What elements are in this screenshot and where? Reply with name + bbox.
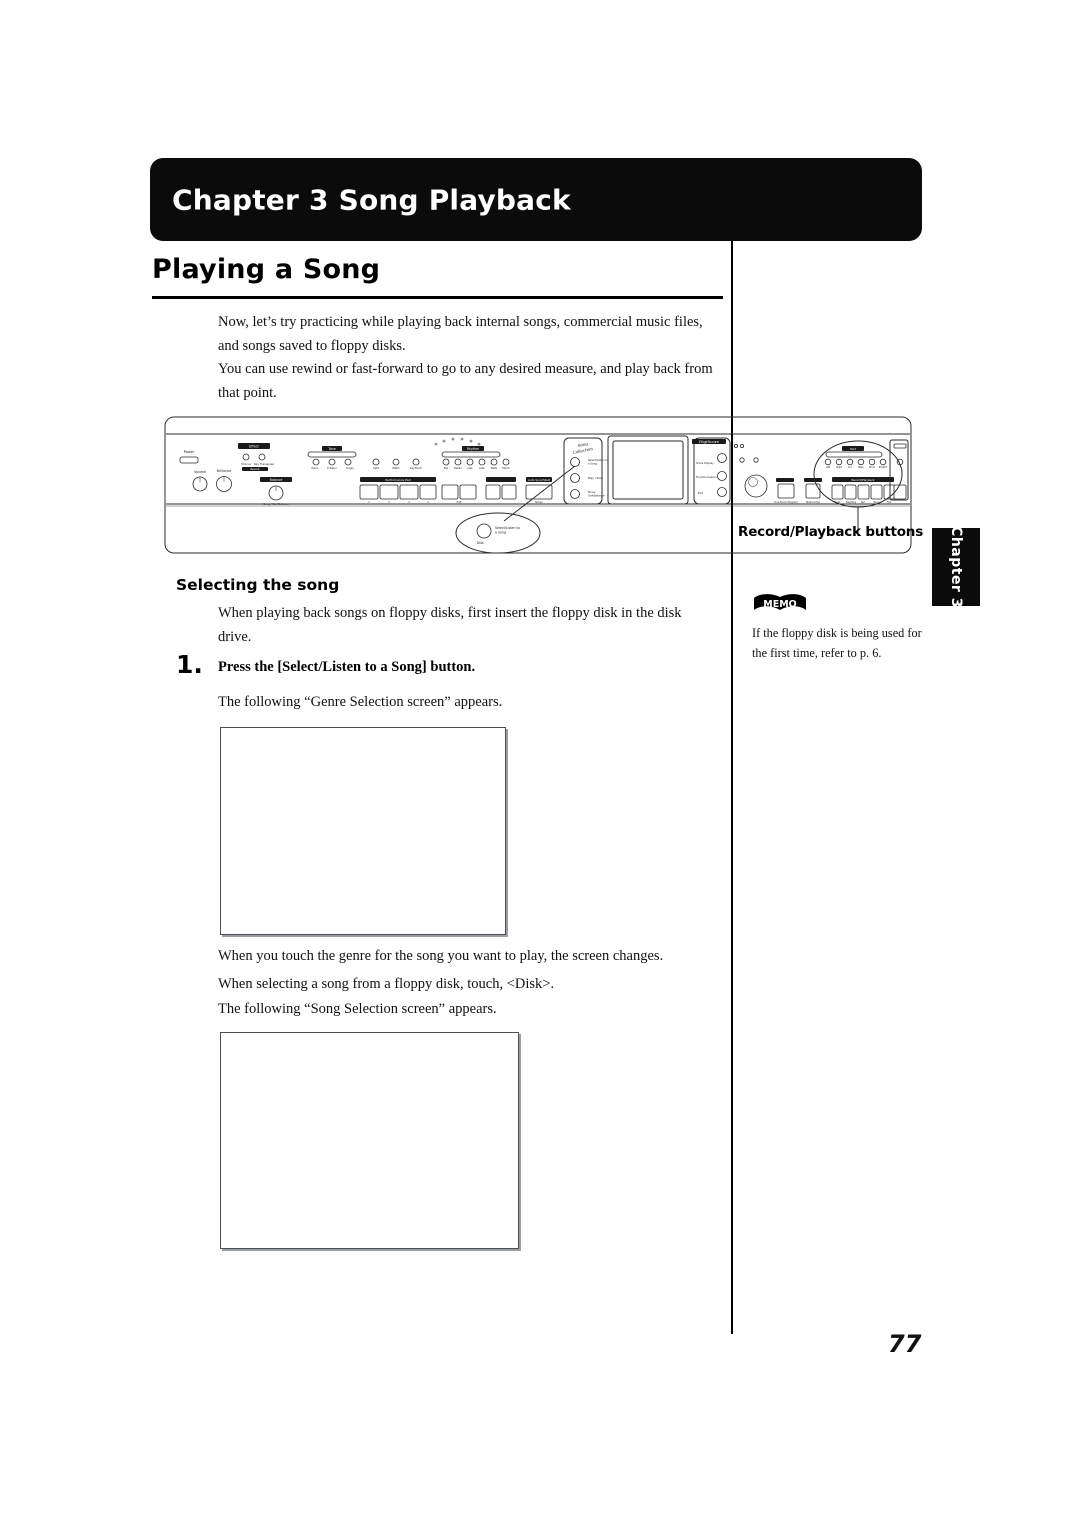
after-genre-text-2: When selecting a song from a floppy disk… [218, 976, 555, 992]
memo-icon: MEMO [752, 592, 808, 616]
svg-text:One/Balance: One/Balance [588, 494, 605, 498]
svg-text:Edit: Edit [457, 501, 462, 504]
step-follow-text: The following “Genre Selection screen” a… [218, 694, 503, 710]
svg-text:Volume: Volume [194, 470, 206, 474]
memo-sidebar: MEMO If the floppy disk is being used fo… [752, 592, 932, 663]
memo-note-text: If the floppy disk is being used for the… [752, 626, 922, 660]
svg-text:Play / Stop: Play / Stop [588, 476, 603, 480]
svg-text:Acc: Acc [848, 466, 853, 469]
svg-text:Waltz: Waltz [491, 467, 498, 470]
svg-text:Power: Power [184, 450, 195, 454]
memo-icon-label: MEMO [763, 599, 796, 610]
svg-text:Organ: Organ [346, 466, 354, 470]
page-title-underline [152, 296, 723, 299]
svg-text:Performance Pad: Performance Pad [385, 478, 410, 482]
svg-text:Pop: Pop [444, 467, 449, 470]
svg-text:Metro: Metro [392, 466, 400, 470]
svg-text:Select/Listen to: Select/Listen to [495, 526, 520, 530]
intro-paragraph-1: Now, let’s try practicing while playing … [218, 314, 703, 354]
step-number: 1. [176, 650, 203, 679]
svg-text:Fwd: Fwd [887, 501, 892, 504]
svg-text:Left: Left [826, 466, 830, 469]
svg-text:a Song: a Song [495, 531, 506, 535]
svg-text:Jazz: Jazz [467, 467, 473, 470]
after-genre-text-1: When you touch the genre for the song yo… [218, 948, 664, 964]
column-divider-rule [731, 241, 733, 1334]
svg-text:Key Transpose: Key Transpose [254, 462, 274, 466]
svg-text:Score Display: Score Display [696, 461, 714, 465]
chapter-side-tab: Chapter 3 [932, 526, 980, 608]
svg-text:Record/Playback: Record/Playback [851, 478, 874, 482]
svg-text:Metronome: Metronome [806, 501, 820, 504]
after-genre-text-3: The following “Song Selection screen” ap… [218, 1001, 497, 1017]
step-title: Press the [Select/Listen to a Song] butt… [218, 659, 476, 675]
svg-text:Part: Part [850, 447, 857, 451]
memo-book-icon: MEMO [754, 594, 806, 610]
svg-text:Split: Split [373, 466, 379, 470]
callout-record-playback-buttons: Record/Playback buttons [738, 524, 924, 540]
svg-text:March: March [502, 467, 510, 470]
svg-text:Tempo: Tempo [535, 501, 543, 504]
page-title: Playing a Song [152, 254, 381, 285]
svg-text:a Song: a Song [588, 462, 597, 466]
svg-text:Drum: Drum [869, 466, 875, 469]
svg-text:Disk: Disk [477, 541, 484, 545]
chapter-header-bar: Chapter 3 Song Playback [150, 158, 922, 241]
svg-text:Auto Sync/Start: Auto Sync/Start [528, 478, 551, 482]
genre-selection-screen-image [220, 727, 506, 935]
svg-text:Reverb: Reverb [250, 467, 259, 471]
svg-text:Bass: Bass [858, 466, 864, 469]
svg-text:DigiScore: DigiScore [699, 439, 720, 444]
svg-text:Tone: Tone [327, 447, 335, 451]
svg-text:KeyTouch: KeyTouch [410, 466, 423, 470]
svg-text:Brilliance: Brilliance [217, 469, 232, 473]
svg-text:Exit: Exit [698, 491, 703, 495]
page-number: 77 [888, 1330, 922, 1358]
svg-text:Select/Listen to: Select/Listen to [588, 458, 608, 462]
svg-text:Ballad: Ballad [454, 467, 462, 470]
song-selection-screen-image [220, 1032, 519, 1249]
svg-text:One Touch Program: One Touch Program [774, 501, 798, 504]
svg-text:Play/Stop: Play/Stop [846, 501, 857, 504]
svg-text:Rhythm: Rhythm [879, 466, 888, 469]
svg-text:Rhythm: Rhythm [467, 447, 480, 451]
svg-text:Piano: Piano [311, 466, 318, 470]
svg-text:E.Piano: E.Piano [327, 466, 337, 470]
section-intro-paragraph: When playing back songs on floppy disks,… [218, 605, 682, 645]
chapter-side-tab-label: Chapter 3 [948, 526, 964, 608]
intro-paragraph-2: You can use rewind or fast-forward to go… [218, 361, 713, 401]
svg-text:Song / Kbd Balance: Song / Kbd Balance [263, 502, 289, 506]
svg-text:Right: Right [836, 466, 842, 469]
section-heading-selecting-the-song: Selecting the song [176, 576, 340, 594]
chapter-title: Chapter 3 Song Playback [172, 183, 571, 216]
svg-text:Effect: Effect [249, 445, 259, 449]
svg-text:Chorus: Chorus [241, 462, 251, 466]
svg-text:Collection: Collection [572, 446, 594, 455]
svg-text:Balance: Balance [270, 478, 283, 482]
svg-text:Latin: Latin [479, 467, 485, 470]
svg-text:Function/Lesson: Function/Lesson [696, 475, 717, 479]
svg-text:Minus: Minus [588, 490, 596, 494]
